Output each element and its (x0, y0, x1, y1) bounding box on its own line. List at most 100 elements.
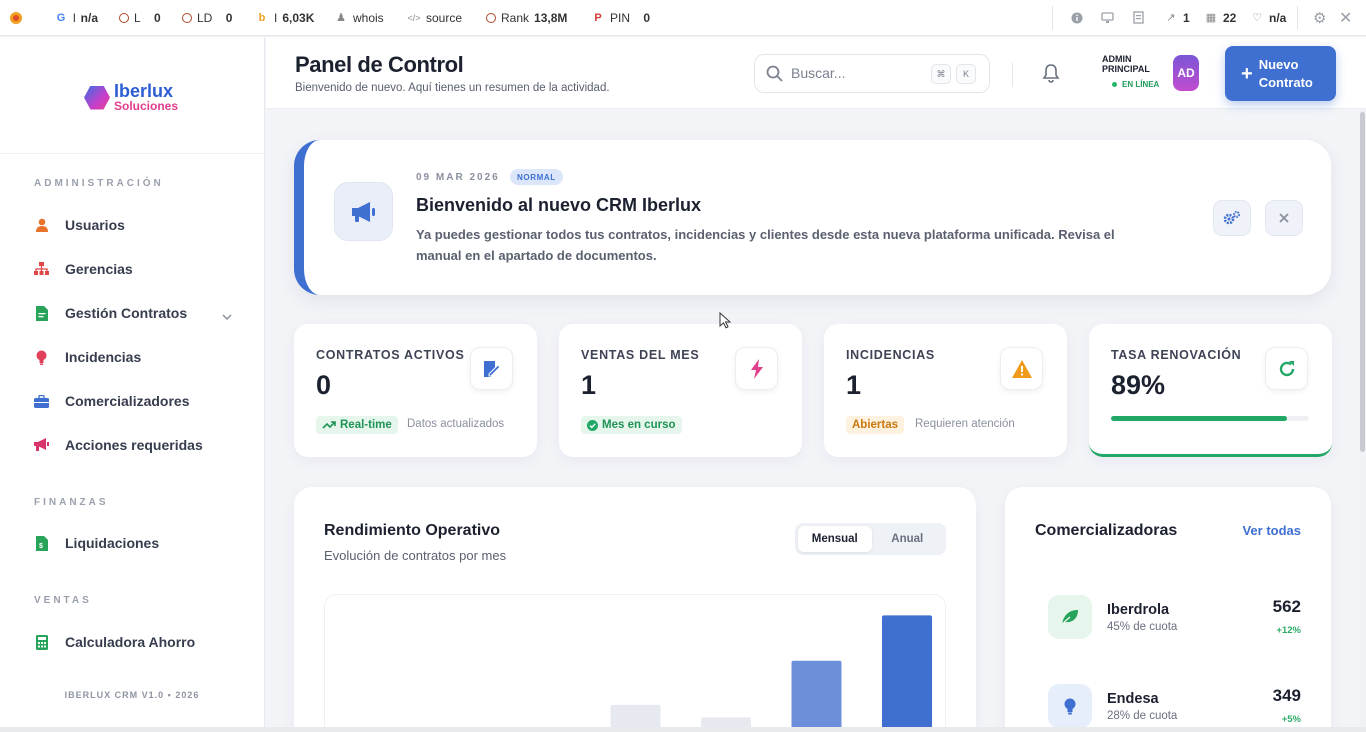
page-subtitle: Bienvenido de nuevo. Aquí tienes un resu… (295, 82, 610, 94)
search-icon (766, 65, 783, 87)
sidebar-item-gerencias[interactable]: Gerencias (34, 261, 244, 277)
settings-gear-icon[interactable]: ⚙ (1313, 0, 1326, 36)
section-title-ventas: VENTAS (34, 595, 92, 606)
stat-label: TASA RENOVACIÓN (1111, 348, 1242, 362)
sidebar-item-label: Calculadora Ahorro (65, 634, 196, 650)
extension-toolbar: G l n/a L 0 LD 0 b I 6,03K ♟ whois </> sou… (0, 0, 1366, 36)
renewal-progress-track (1111, 416, 1309, 421)
file-invoice-icon: $ (34, 535, 49, 551)
comercializadora-name: Iberdrola (1107, 602, 1170, 618)
stat-card-incidencias[interactable]: INCIDENCIAS 1 Abiertas Requieren atenció… (824, 324, 1067, 457)
document-icon[interactable] (1133, 0, 1144, 36)
chart-bar[interactable] (610, 704, 661, 727)
sidebar-item-usuarios[interactable]: Usuarios (34, 217, 244, 233)
plus-icon: + (1241, 62, 1253, 85)
section-title-administracion: ADMINISTRACIÓN (34, 178, 164, 189)
trend-up-icon (322, 421, 336, 429)
announcement-message: Ya puedes gestionar todos tus contratos,… (416, 227, 1115, 263)
megaphone-icon (34, 438, 49, 453)
notification-bell-icon[interactable] (1041, 63, 1061, 88)
bing-index-item[interactable]: b I 6,03K (255, 0, 315, 36)
monitor-icon[interactable] (1101, 0, 1114, 36)
chart-panel-title: Rendimiento Operativo (324, 522, 501, 539)
close-icon[interactable]: ✕ (1339, 0, 1352, 36)
sidebar-item-acciones-requeridas[interactable]: Acciones requeridas (34, 437, 244, 453)
toggle-anual[interactable]: Anual (872, 526, 944, 552)
avatar[interactable]: AD (1173, 55, 1199, 91)
settings-cogs-button[interactable] (1213, 200, 1251, 236)
sidebar-item-label: Incidencias (65, 349, 142, 365)
ext-value: 22 (1223, 10, 1237, 25)
toggle-mensual[interactable]: Mensual (798, 526, 872, 552)
extension-logo-icon[interactable] (8, 0, 24, 36)
priority-badge: NORMAL (510, 169, 563, 185)
page-scrollbar[interactable] (1359, 110, 1366, 727)
ld-item[interactable]: LD 0 (182, 0, 232, 36)
section-title-finanzas: FINANZAS (34, 497, 109, 508)
ext-label: LD (197, 10, 213, 25)
file-contract-icon (34, 305, 49, 321)
sidebar-item-liquidaciones[interactable]: $ Liquidaciones (34, 535, 244, 551)
lightbulb-icon (34, 350, 49, 365)
links-item[interactable]: L 0 (119, 0, 161, 36)
search-input[interactable] (791, 65, 921, 81)
stat-card-tasa-renovacion[interactable]: TASA RENOVACIÓN 89% (1089, 324, 1332, 457)
chevron-down-icon[interactable] (222, 307, 232, 323)
status-pill: Abiertas (846, 416, 905, 434)
stat-card-contratos-activos[interactable]: CONTRATOS ACTIVOS 0 Real-time Datos actu… (294, 324, 537, 457)
svg-text:$: $ (39, 543, 43, 550)
chart-bar[interactable] (882, 615, 932, 727)
info-icon[interactable] (1071, 0, 1083, 36)
ext-value: 0 (154, 10, 161, 25)
search-box[interactable]: ⌘ K (754, 54, 990, 93)
stat-value: 1 (846, 370, 862, 400)
stat-card-ventas-del-mes[interactable]: VENTAS DEL MES 1 Mes en curso (559, 324, 802, 457)
sidebar-item-label: Gestión Contratos (65, 305, 188, 321)
window-bottom-edge (0, 727, 1366, 732)
rank-item[interactable]: Rank 13,8M (486, 0, 567, 36)
comercializadoras-title: Comercializadoras (1035, 522, 1178, 539)
pinterest-item[interactable]: P PIN 0 (591, 0, 650, 36)
source-item[interactable]: </> source (407, 0, 462, 36)
sidebar-item-label: Comercializadores (65, 393, 190, 409)
comercializadora-name: Endesa (1107, 691, 1159, 707)
new-contract-button[interactable]: + Nuevo Contrato (1225, 46, 1336, 101)
comercializadora-growth: +12% (1276, 625, 1301, 636)
comercializadora-row-iberdrola[interactable]: Iberdrola 45% de cuota 562 +12% (1048, 595, 1304, 641)
google-icon: G (56, 11, 66, 24)
shortcut-key-cmd: ⌘ (931, 64, 951, 84)
whois-item[interactable]: ♟ whois (334, 0, 384, 36)
stat-label: VENTAS DEL MES (581, 348, 700, 362)
ext-value: 13,8M (534, 10, 568, 25)
sidebar-item-gestion-contratos[interactable]: Gestión Contratos (34, 305, 244, 321)
announcement-title: Bienvenido al nuevo CRM Iberlux (416, 195, 702, 215)
google-index-item[interactable]: G l n/a (54, 0, 98, 36)
sidebar-item-incidencias[interactable]: Incidencias (34, 349, 244, 365)
dismiss-button[interactable] (1265, 200, 1303, 236)
briefcase-icon (34, 394, 49, 409)
scrollbar-thumb[interactable] (1360, 112, 1365, 452)
renewal-progress-fill (1111, 416, 1288, 421)
pill-label: Mes en curso (602, 419, 676, 431)
pages-item[interactable]: ▦ 22 (1204, 0, 1237, 36)
heart-item[interactable]: ♡ n/a (1250, 0, 1286, 36)
brand-logo[interactable]: Iberlux Soluciones (84, 82, 178, 112)
user-name[interactable]: ADMIN PRINCIPAL (1102, 54, 1162, 74)
top-header: Panel de Control Bienvenido de nuevo. Aq… (266, 37, 1366, 109)
sidebar-item-calculadora-ahorro[interactable]: Calculadora Ahorro (34, 634, 244, 650)
ext-label: Rank (501, 10, 530, 25)
stat-note: Datos actualizados (407, 418, 505, 430)
chart-bar[interactable] (701, 717, 751, 727)
comercializadora-row-endesa[interactable]: Endesa 28% de cuota 349 +5% (1048, 684, 1304, 727)
chart-bar[interactable] (791, 660, 842, 727)
refresh-icon (1265, 347, 1308, 390)
ext-label: L (134, 10, 141, 25)
sidebar-item-comercializadores[interactable]: Comercializadores (34, 393, 244, 409)
comercializadora-count: 349 (1272, 686, 1301, 705)
ver-todas-link[interactable]: Ver todas (1242, 523, 1301, 538)
ext-label: source (426, 10, 463, 25)
sidebar-item-label: Usuarios (65, 217, 125, 233)
main-content: 09 MAR 2026 NORMAL Bienvenido al nuevo C… (266, 110, 1356, 727)
lightbulb-icon (1048, 684, 1092, 727)
external-links-item[interactable]: ↗ 1 (1164, 0, 1189, 36)
